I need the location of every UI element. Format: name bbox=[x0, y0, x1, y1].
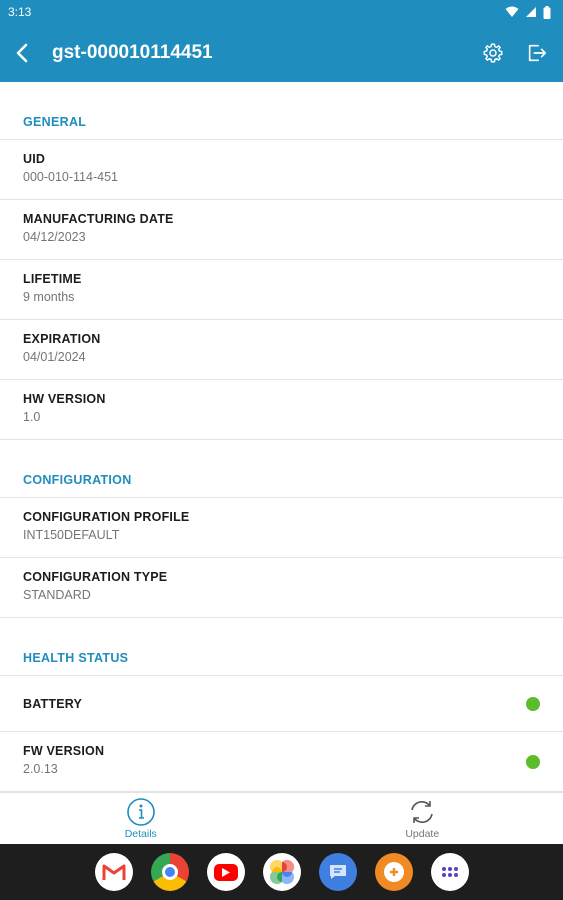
health-row-battery: BATTERY bbox=[0, 676, 563, 732]
back-button[interactable] bbox=[0, 24, 44, 82]
row-label: LIFETIME bbox=[23, 272, 82, 286]
status-indicator-ok bbox=[526, 696, 540, 711]
row-value: 000-010-114-451 bbox=[23, 170, 118, 184]
row-label: MANUFACTURING DATE bbox=[23, 212, 174, 226]
status-indicator-ok bbox=[526, 754, 540, 769]
battery-icon bbox=[543, 5, 551, 19]
sync-icon bbox=[411, 801, 434, 823]
row-value: 04/01/2024 bbox=[23, 350, 86, 364]
detail-row-manufacturing-date: MANUFACTURING DATE 04/12/2023 bbox=[0, 200, 563, 260]
gmail-icon[interactable] bbox=[94, 853, 133, 891]
gear-icon bbox=[483, 43, 503, 63]
messages-icon[interactable] bbox=[318, 853, 357, 891]
settings-button[interactable] bbox=[471, 24, 515, 82]
chrome-icon[interactable] bbox=[150, 853, 189, 891]
row-label: EXPIRATION bbox=[23, 332, 101, 346]
photos-icon[interactable] bbox=[262, 853, 301, 891]
detail-row-configuration-profile: CONFIGURATION PROFILE INT150DEFAULT bbox=[0, 498, 563, 558]
detail-row-lifetime: LIFETIME 9 months bbox=[0, 260, 563, 320]
section-header-configuration: CONFIGURATION bbox=[0, 440, 563, 498]
row-label: UID bbox=[23, 152, 46, 166]
detail-row-hw-version: HW VERSION 1.0 bbox=[0, 380, 563, 440]
details-list[interactable]: GENERAL UID 000-010-114-451 MANUFACTURIN… bbox=[0, 82, 563, 792]
status-bar: 3:13 bbox=[0, 0, 563, 24]
app-drawer-icon[interactable] bbox=[430, 853, 469, 891]
nav-label-update: Update bbox=[405, 828, 440, 840]
detail-row-expiration: EXPIRATION 04/01/2024 bbox=[0, 320, 563, 380]
row-value: 1.0 bbox=[23, 410, 41, 424]
row-value: 2.0.13 bbox=[23, 762, 58, 776]
chevron-left-icon bbox=[16, 43, 28, 63]
row-label: CONFIGURATION TYPE bbox=[23, 570, 168, 584]
row-value: INT150DEFAULT bbox=[23, 528, 120, 542]
section-header-general: GENERAL bbox=[0, 82, 563, 140]
info-icon bbox=[126, 798, 155, 826]
wifi-icon bbox=[505, 6, 519, 17]
row-label: CONFIGURATION PROFILE bbox=[23, 510, 190, 524]
app-bar: gst-000010114451 bbox=[0, 24, 563, 82]
section-header-health-status: HEALTH STATUS bbox=[0, 618, 563, 676]
bottom-navigation: Details Update bbox=[0, 792, 563, 844]
logout-button[interactable] bbox=[515, 24, 559, 82]
detail-row-uid: UID 000-010-114-451 bbox=[0, 140, 563, 200]
app-dock bbox=[0, 844, 563, 900]
health-row-fw-version: FW VERSION 2.0.13 bbox=[0, 732, 563, 792]
logout-icon bbox=[528, 44, 547, 62]
cellular-icon bbox=[526, 7, 536, 17]
nav-tab-update[interactable]: Update bbox=[282, 793, 563, 844]
youtube-icon[interactable] bbox=[206, 853, 245, 891]
row-label: BATTERY bbox=[23, 696, 83, 711]
status-icons bbox=[505, 5, 551, 19]
status-time: 3:13 bbox=[8, 5, 32, 19]
nav-tab-details[interactable]: Details bbox=[0, 793, 282, 844]
row-label: HW VERSION bbox=[23, 392, 106, 406]
nav-label-details: Details bbox=[124, 828, 157, 840]
row-value: 04/12/2023 bbox=[23, 230, 86, 244]
row-label: FW VERSION bbox=[23, 744, 105, 758]
detail-row-configuration-type: CONFIGURATION TYPE STANDARD bbox=[0, 558, 563, 618]
row-value: 9 months bbox=[23, 290, 75, 304]
row-value: STANDARD bbox=[23, 588, 91, 602]
app-icon[interactable] bbox=[374, 853, 413, 891]
page-title: gst-000010114451 bbox=[52, 42, 213, 63]
